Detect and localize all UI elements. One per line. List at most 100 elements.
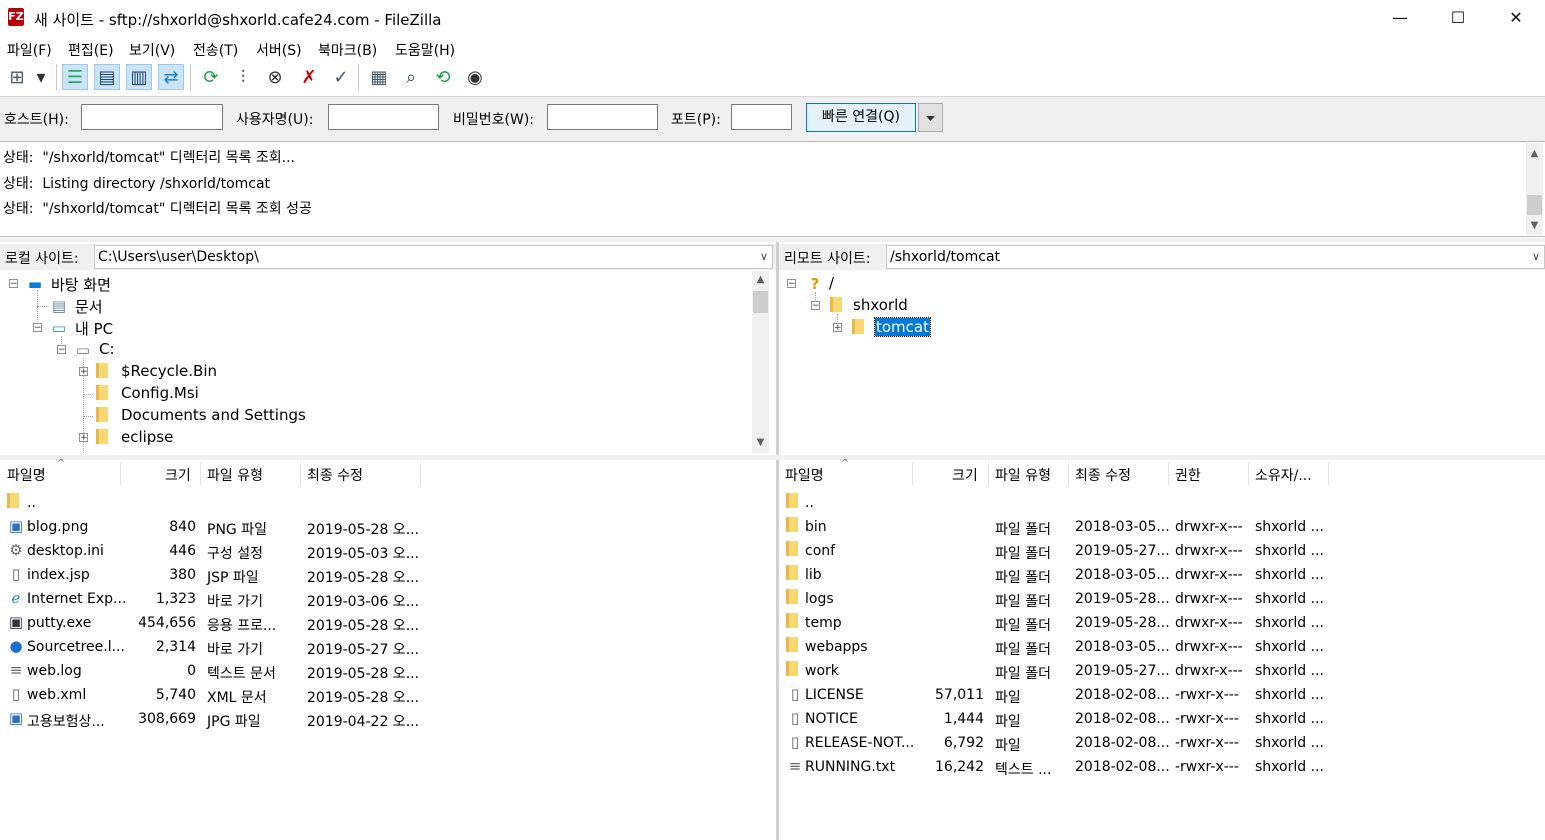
collapse-icon[interactable]: − bbox=[9, 279, 18, 289]
column-separator[interactable] bbox=[120, 462, 121, 486]
directory-listing-filters-icon[interactable]: ▦ bbox=[366, 64, 392, 90]
remote-tree-item[interactable]: tomcat bbox=[874, 317, 931, 337]
horizontal-splitter[interactable] bbox=[0, 455, 1545, 460]
file-name[interactable]: index.jsp bbox=[27, 567, 90, 583]
local-tree-scrollbar[interactable]: ▲ ▼ bbox=[752, 271, 769, 453]
menu-item[interactable]: 파일(F) bbox=[7, 40, 52, 60]
file-name[interactable]: NOTICE bbox=[805, 711, 858, 727]
expand-icon[interactable]: + bbox=[833, 323, 842, 333]
site-manager-icon[interactable]: ⊞ bbox=[4, 64, 30, 90]
file-name[interactable]: webapps bbox=[805, 639, 868, 655]
scroll-up-icon[interactable]: ▲ bbox=[752, 271, 769, 288]
column-header[interactable]: 파일 유형 bbox=[995, 465, 1051, 485]
collapse-icon[interactable]: − bbox=[33, 323, 42, 333]
column-header[interactable]: 최종 수정 bbox=[307, 465, 363, 485]
reconnect-icon[interactable]: ✓ bbox=[328, 64, 354, 90]
column-header[interactable]: 권한 bbox=[1175, 465, 1201, 485]
local-tree-item[interactable]: 바탕 화면 bbox=[51, 274, 111, 295]
toggle-local-tree-icon[interactable]: ▤ bbox=[94, 64, 120, 90]
scroll-thumb[interactable] bbox=[1527, 195, 1542, 215]
column-separator[interactable] bbox=[300, 462, 301, 486]
scroll-thumb[interactable] bbox=[753, 291, 768, 313]
file-name[interactable]: .. bbox=[27, 495, 36, 511]
remote-tree-item[interactable]: / bbox=[829, 274, 834, 292]
file-name[interactable]: bin bbox=[805, 519, 827, 535]
menu-item[interactable]: 서버(S) bbox=[256, 40, 302, 60]
column-separator[interactable] bbox=[420, 462, 421, 486]
column-separator[interactable] bbox=[912, 462, 913, 486]
column-separator[interactable] bbox=[200, 462, 201, 486]
column-header[interactable]: 최종 수정 bbox=[1075, 465, 1131, 485]
file-name[interactable]: logs bbox=[805, 591, 834, 607]
port-input[interactable] bbox=[731, 104, 792, 130]
file-name[interactable]: 고용보험상... bbox=[27, 711, 105, 731]
disconnect-icon[interactable]: ✗ bbox=[296, 64, 322, 90]
scroll-up-icon[interactable]: ▲ bbox=[1526, 145, 1543, 162]
log-splitter[interactable] bbox=[0, 238, 1545, 242]
column-header[interactable]: 소유자/... bbox=[1255, 465, 1312, 485]
chevron-down-icon[interactable]: ∨ bbox=[1532, 246, 1540, 268]
toggle-log-icon[interactable]: ☰ bbox=[62, 64, 88, 90]
collapse-icon[interactable]: − bbox=[57, 345, 66, 355]
toggle-remote-tree-icon[interactable]: ▥ bbox=[126, 64, 152, 90]
collapse-icon[interactable]: − bbox=[787, 279, 796, 289]
column-header[interactable]: 파일 유형 bbox=[207, 465, 263, 485]
quickconnect-dropdown[interactable] bbox=[918, 103, 943, 132]
column-header[interactable]: 파일명 bbox=[7, 465, 46, 485]
menu-item[interactable]: 전송(T) bbox=[193, 40, 238, 60]
quickconnect-button[interactable]: 빠른 연결(Q) bbox=[806, 103, 916, 132]
password-input[interactable] bbox=[547, 104, 658, 130]
column-separator[interactable] bbox=[1168, 462, 1169, 486]
column-separator[interactable] bbox=[1068, 462, 1069, 486]
compare-icon[interactable]: ⌕ bbox=[398, 64, 424, 90]
log-scrollbar[interactable]: ▲ ▼ bbox=[1526, 143, 1543, 235]
local-tree-item[interactable]: $Recycle.Bin bbox=[121, 362, 217, 380]
column-separator[interactable] bbox=[1328, 462, 1329, 486]
file-name[interactable]: RELEASE-NOT... bbox=[805, 735, 914, 751]
file-name[interactable]: desktop.ini bbox=[27, 543, 104, 559]
remote-tree-item[interactable]: shxorld bbox=[853, 296, 908, 314]
local-tree-item[interactable]: 문서 bbox=[75, 296, 103, 317]
maximize-button[interactable]: ☐ bbox=[1429, 0, 1487, 36]
close-button[interactable]: ✕ bbox=[1487, 0, 1545, 36]
column-header[interactable]: 크기 bbox=[165, 465, 191, 485]
collapse-icon[interactable]: − bbox=[811, 301, 820, 311]
file-name[interactable]: work bbox=[805, 663, 839, 679]
column-separator[interactable] bbox=[988, 462, 989, 486]
file-name[interactable]: putty.exe bbox=[27, 615, 91, 631]
file-name[interactable]: Internet Exp... bbox=[27, 591, 126, 607]
expand-icon[interactable]: + bbox=[79, 433, 88, 443]
local-tree-item[interactable]: Documents and Settings bbox=[121, 406, 306, 424]
host-input[interactable] bbox=[81, 104, 223, 130]
refresh-icon[interactable]: ⟳ bbox=[198, 64, 224, 90]
menu-item[interactable]: 보기(V) bbox=[129, 40, 175, 60]
local-tree-item[interactable]: eclipse bbox=[121, 428, 173, 446]
menu-item[interactable]: 북마크(B) bbox=[318, 40, 377, 60]
file-name[interactable]: RUNNING.txt bbox=[805, 759, 895, 775]
search-icon[interactable]: ◉ bbox=[462, 64, 488, 90]
file-name[interactable]: web.log bbox=[27, 663, 82, 679]
file-name[interactable]: .. bbox=[805, 495, 814, 511]
dropdown-arrow-icon[interactable]: ▾ bbox=[34, 64, 48, 90]
file-name[interactable]: conf bbox=[805, 543, 835, 559]
column-header[interactable]: 크기 bbox=[952, 465, 978, 485]
file-name[interactable]: lib bbox=[805, 567, 822, 583]
menu-item[interactable]: 도움말(H) bbox=[395, 40, 455, 60]
local-tree-item[interactable]: Config.Msi bbox=[121, 384, 199, 402]
expand-icon[interactable]: + bbox=[79, 367, 88, 377]
file-name[interactable]: web.xml bbox=[27, 687, 86, 703]
file-name[interactable]: LICENSE bbox=[805, 687, 864, 703]
column-header[interactable]: 파일명 bbox=[785, 465, 824, 485]
menu-item[interactable]: 편집(E) bbox=[68, 40, 114, 60]
scroll-down-icon[interactable]: ▼ bbox=[1526, 217, 1543, 234]
file-name[interactable]: blog.png bbox=[27, 519, 88, 535]
cancel-icon[interactable]: ⊗ bbox=[262, 64, 288, 90]
remote-path-combo[interactable]: /shxorld/tomcat ∨ bbox=[886, 245, 1545, 269]
local-tree-item[interactable]: 내 PC bbox=[75, 318, 113, 339]
toggle-queue-icon[interactable]: ⇄ bbox=[158, 64, 184, 90]
column-separator[interactable] bbox=[1248, 462, 1249, 486]
scroll-down-icon[interactable]: ▼ bbox=[752, 434, 769, 451]
sync-browse-icon[interactable]: ⟲ bbox=[430, 64, 456, 90]
local-tree-item[interactable]: C: bbox=[99, 340, 115, 358]
file-name[interactable]: temp bbox=[805, 615, 842, 631]
